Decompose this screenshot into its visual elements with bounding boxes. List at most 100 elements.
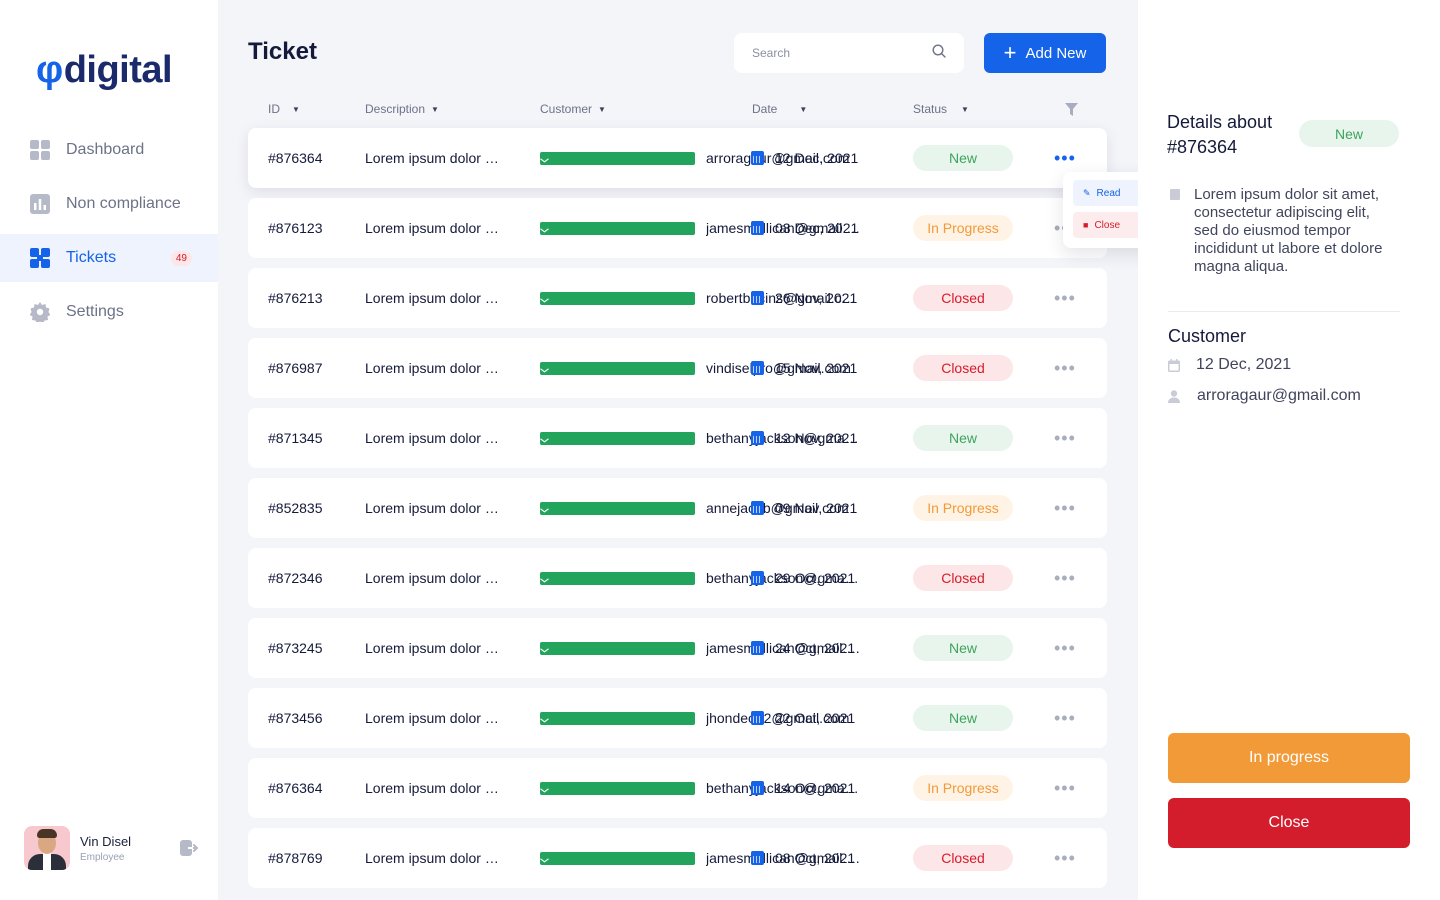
ticket-id: #871345	[268, 430, 323, 446]
details-ticket-id: #876364	[1167, 137, 1238, 157]
avatar[interactable]	[24, 826, 70, 870]
ticket-description-text: Lorem ipsum dolor sit amet	[365, 150, 505, 166]
column-header-description[interactable]: Description ▼	[365, 102, 439, 116]
chart-icon	[30, 194, 50, 214]
column-header-date[interactable]: Date ▼	[752, 102, 807, 116]
sort-caret-icon: ▼	[598, 104, 606, 114]
close-ticket-button[interactable]: Close	[1168, 798, 1410, 848]
ticket-date: 03 Dec, 2021	[751, 198, 858, 258]
mail-icon	[540, 571, 695, 585]
ticket-date-text: 24 Oct, 2021	[775, 640, 856, 656]
ticket-description: Lorem ipsum dolor sit amet	[365, 408, 505, 468]
dashboard-icon	[30, 140, 50, 160]
ticket-date-text: 14 Oct, 2021	[775, 780, 856, 796]
table-row[interactable]: #873245Lorem ipsum dolor sit ametjamesmu…	[248, 618, 1107, 678]
sidebar-item-dashboard[interactable]: Dashboard	[0, 126, 218, 174]
column-header-status[interactable]: Status ▼	[913, 102, 969, 116]
table-row[interactable]: #876364Lorem ipsum dolor sit ametbethany…	[248, 758, 1107, 818]
logout-icon[interactable]	[179, 838, 199, 858]
ticket-description-text: Lorem ipsum dolor sit amet	[365, 360, 505, 376]
user-role: Employee	[80, 851, 125, 863]
details-email: arroragaur@gmail.com	[1168, 387, 1361, 405]
mail-icon	[540, 711, 695, 725]
table-row[interactable]: #876987Lorem ipsum dolor sit ametvindise…	[248, 338, 1107, 398]
ticket-status: In Progress	[913, 478, 1013, 538]
ticket-description: Lorem ipsum dolor sit amet	[365, 338, 505, 398]
mail-icon	[540, 781, 695, 795]
ticket-description-text: Lorem ipsum dolor sit amet	[365, 780, 505, 796]
table-row[interactable]: #876123Lorem ipsum dolor sit ametjamesmu…	[248, 198, 1107, 258]
mail-icon	[540, 641, 695, 655]
menu-item-label: Read	[1096, 187, 1121, 199]
status-badge: New	[913, 145, 1013, 171]
table-row[interactable]: #872346Lorem ipsum dolor sit ametbethany…	[248, 548, 1107, 608]
details-panel: Details about #876364 New Lorem ipsum do…	[1138, 0, 1440, 900]
table-row[interactable]: #852835Lorem ipsum dolor sit ametannejac…	[248, 478, 1107, 538]
ticket-date-text: 12 Nov, 2021	[775, 430, 858, 446]
more-options-icon[interactable]: •••	[1054, 638, 1076, 659]
more-options-icon[interactable]: •••	[1054, 778, 1076, 799]
mail-icon	[540, 291, 695, 305]
filter-icon[interactable]	[1065, 103, 1078, 116]
search-box[interactable]	[734, 33, 964, 73]
table-row[interactable]: #873456Lorem ipsum dolor sit ametjhondeo…	[248, 688, 1107, 748]
status-badge: New	[1299, 120, 1399, 147]
table-row[interactable]: #871345Lorem ipsum dolor sit ametbethany…	[248, 408, 1107, 468]
calendar-icon	[751, 361, 764, 375]
row-more: •••	[1054, 408, 1076, 468]
ticket-date: 12 Nov, 2021	[751, 408, 857, 468]
sidebar: φ digital Dashboard Non compliance Ticke…	[0, 0, 218, 900]
status-badge: In Progress	[913, 775, 1013, 801]
search-icon[interactable]	[932, 43, 946, 63]
column-header-customer[interactable]: Customer ▼	[540, 102, 606, 116]
calendar-icon	[751, 151, 764, 165]
ticket-description: Lorem ipsum dolor sit amet	[365, 758, 505, 818]
ticket-description: Lorem ipsum dolor sit amet	[365, 548, 505, 608]
more-options-icon[interactable]: •••	[1054, 848, 1076, 869]
tickets-icon	[30, 248, 50, 268]
user-card: Vin Disel Employee	[24, 826, 199, 870]
in-progress-button[interactable]: In progress	[1168, 733, 1410, 783]
column-header-label: Description	[365, 102, 426, 116]
table-row[interactable]: #878769Lorem ipsum dolor sit ametjamesmu…	[248, 828, 1107, 888]
ticket-date-text: 09 Nov, 2021	[775, 500, 858, 516]
ticket-date: 26 Nov, 2021	[751, 268, 857, 328]
ticket-description-text: Lorem ipsum dolor sit amet	[365, 710, 505, 726]
tickets-count-badge: 49	[170, 251, 192, 266]
more-options-icon[interactable]: •••	[1054, 358, 1076, 379]
sidebar-item-non-compliance[interactable]: Non compliance	[0, 180, 218, 228]
sidebar-item-tickets[interactable]: Tickets 49	[0, 234, 218, 282]
row-more: •••	[1054, 688, 1076, 748]
calendar-icon	[751, 431, 764, 445]
ticket-date: 08 Oct, 2021	[751, 828, 855, 888]
ticket-status: New	[913, 408, 1013, 468]
user-icon	[1168, 389, 1180, 403]
calendar-icon	[751, 641, 764, 655]
status-badge: In Progress	[913, 495, 1013, 521]
ticket-date-text: 22 Oct, 2021	[775, 710, 856, 726]
sidebar-item-settings[interactable]: Settings	[0, 288, 218, 336]
ticket-description-text: Lorem ipsum dolor sit amet	[365, 500, 505, 516]
add-new-button[interactable]: + Add New	[984, 33, 1106, 73]
calendar-icon	[751, 711, 764, 725]
table-row[interactable]: #876213Lorem ipsum dolor sit ametrobertb…	[248, 268, 1107, 328]
more-options-icon[interactable]: •••	[1054, 498, 1076, 519]
ticket-date: 14 Oct, 2021	[751, 758, 855, 818]
row-more: •••	[1054, 758, 1076, 818]
ticket-description-text: Lorem ipsum dolor sit amet	[365, 570, 505, 586]
table-row[interactable]: #876364Lorem ipsum dolor sit ametarrorag…	[248, 128, 1107, 188]
column-header-id[interactable]: ID ▼	[268, 102, 300, 116]
search-input[interactable]	[752, 46, 932, 60]
more-options-icon[interactable]: •••	[1054, 568, 1076, 589]
gear-icon	[30, 302, 50, 322]
more-options-icon[interactable]: •••	[1054, 288, 1076, 309]
sidebar-item-label: Non compliance	[66, 195, 181, 212]
calendar-icon	[751, 571, 764, 585]
ticket-id: #876123	[268, 220, 323, 236]
more-options-icon[interactable]: •••	[1054, 148, 1076, 169]
logo[interactable]: φ digital	[36, 48, 173, 92]
ticket-status: In Progress	[913, 758, 1013, 818]
more-options-icon[interactable]: •••	[1054, 708, 1076, 729]
more-options-icon[interactable]: •••	[1054, 428, 1076, 449]
ticket-status: Closed	[913, 268, 1013, 328]
